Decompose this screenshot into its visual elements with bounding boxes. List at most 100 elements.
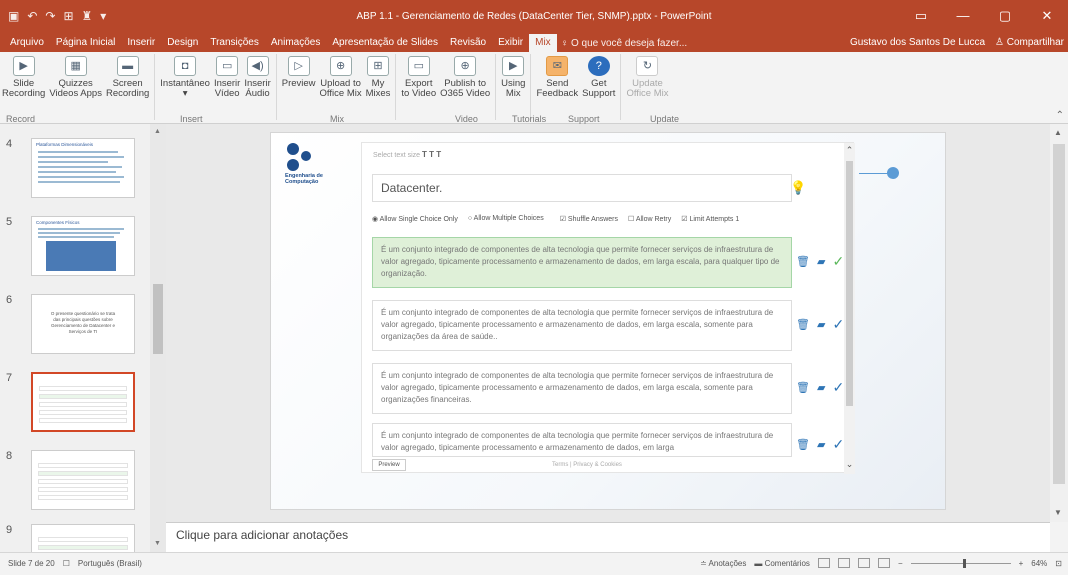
correct-answer-check-icon[interactable]: ✓	[832, 379, 844, 396]
tab-exibir[interactable]: Exibir	[492, 34, 529, 52]
notes-pane[interactable]: Clique para adicionar anotações	[166, 522, 1050, 552]
lightbulb-icon[interactable]: 💡	[790, 180, 806, 196]
zoom-out-icon[interactable]: −	[898, 559, 903, 568]
delete-answer-icon[interactable]: 🗑	[796, 381, 810, 394]
answer-option[interactable]: É um conjunto integrado de componentes d…	[372, 300, 792, 351]
ribbon-button-publish[interactable]: ⊕ Publish to O365 Video	[438, 54, 492, 112]
slide-thumbnails-pane[interactable]: 4 Plataformas Dimensionáveis 5 Component…	[0, 124, 166, 552]
correct-answer-check-icon[interactable]: ✓	[832, 436, 844, 453]
minimize-button[interactable]: —	[942, 0, 984, 34]
fit-slide-icon[interactable]: ⊡	[1055, 559, 1062, 568]
text-size-selector[interactable]: Select text size T T T	[373, 150, 441, 159]
delete-answer-icon[interactable]: 🗑	[796, 318, 810, 331]
spellcheck-icon[interactable]: ☐	[63, 559, 70, 568]
tab-transicoes[interactable]: Transições	[204, 34, 265, 52]
scroll-up-icon[interactable]: ▲	[1054, 128, 1062, 137]
tab-animacoes[interactable]: Animações	[265, 34, 326, 52]
slide-canvas[interactable]: Engenharia de Computação Select text siz…	[270, 132, 946, 510]
thumbnail-number: 5	[6, 216, 13, 228]
ribbon-button-label: Export to Video	[401, 78, 437, 99]
ribbon-button-label: Inserir Vídeo	[213, 78, 241, 99]
tab-arquivo[interactable]: Arquivo	[4, 34, 50, 52]
scroll-thumb[interactable]	[153, 284, 163, 354]
tab-revisao[interactable]: Revisão	[444, 34, 492, 52]
tell-me-search[interactable]: ♀ O que você deseja fazer...	[561, 38, 687, 49]
share-button[interactable]: ♙ Compartilhar	[995, 34, 1064, 52]
user-name[interactable]: Gustavo dos Santos De Lucca	[850, 34, 985, 52]
notes-toggle[interactable]: ≐ Anotações	[700, 559, 746, 568]
thumbnail-image: Componentes Físicos	[31, 216, 135, 276]
correct-answer-check-icon[interactable]: ✓	[832, 316, 844, 333]
reading-view-icon[interactable]	[857, 558, 870, 568]
scroll-up-icon[interactable]: ▲	[154, 128, 161, 135]
ribbon-button-export[interactable]: ▭ Export to Video	[399, 54, 438, 112]
scroll-down-icon[interactable]: ▼	[1054, 508, 1062, 517]
ribbon-button-send-feedback[interactable]: ✉ Send Feedback	[534, 54, 580, 112]
tab-apresentacao[interactable]: Apresentação de Slides	[326, 34, 444, 52]
language-indicator[interactable]: Português (Brasil)	[78, 559, 142, 568]
preview-button[interactable]: Preview	[372, 459, 406, 471]
ribbon-button-insert-audio[interactable]: ◀) Inserir Áudio	[242, 54, 272, 112]
limit-attempts-checkbox[interactable]: ☑ Limit Attempts 1	[681, 215, 739, 223]
allow-retry-checkbox[interactable]: ☐ Allow Retry	[628, 215, 671, 223]
zoom-level[interactable]: 64%	[1031, 559, 1047, 568]
quiz-app[interactable]: Select text size T T T Datacenter. 💡 ◉ A…	[361, 142, 855, 474]
delete-answer-icon[interactable]: 🗑	[796, 438, 810, 451]
maximize-button[interactable]: ▢	[984, 0, 1026, 34]
text-size-options[interactable]: T T T	[422, 150, 441, 159]
terms-link[interactable]: Terms | Privacy & Cookies	[552, 462, 622, 468]
ribbon-button-label: Upload to Office Mix	[319, 78, 362, 99]
allow-multiple-choice-radio[interactable]: ○ Allow Multiple Choices	[468, 215, 544, 223]
ribbon-collapse-icon[interactable]: ⌃	[1056, 110, 1064, 121]
correct-answer-check-icon[interactable]: ✓	[832, 253, 844, 270]
feedback-comment-icon[interactable]: ▰	[817, 318, 825, 331]
chevron-up-icon[interactable]: ⌃	[844, 145, 855, 156]
comments-toggle[interactable]: ▬ Comentários	[754, 559, 810, 568]
quiz-scrollbar[interactable]: ⌃ ⌄	[844, 143, 855, 474]
ribbon-display-options-icon[interactable]: ▭	[900, 0, 942, 34]
thumbnail-image	[31, 450, 135, 510]
answer-option[interactable]: É um conjunto integrado de componentes d…	[372, 363, 792, 414]
editor-scroll-thumb[interactable]	[1053, 144, 1065, 484]
ribbon-button-using-mix[interactable]: ▶ Using Mix	[499, 54, 527, 112]
delete-answer-icon[interactable]: 🗑	[796, 255, 810, 268]
thumbnail-image: O presente questionário se trata das pri…	[31, 294, 135, 354]
allow-single-choice-radio[interactable]: ◉ Allow Single Choice Only	[372, 215, 458, 223]
ribbon-button-my-mixes[interactable]: ⊞ My Mixes	[364, 54, 393, 112]
ribbon-button-label: Instantâneo ▾	[160, 78, 210, 99]
close-button[interactable]: ✕	[1026, 0, 1068, 34]
thumbnail-number: 8	[6, 450, 13, 462]
quiz-scroll-thumb[interactable]	[846, 161, 853, 406]
slideshow-view-icon[interactable]	[877, 558, 890, 568]
question-input[interactable]: Datacenter.	[372, 174, 792, 202]
ribbon-button-insert-video[interactable]: ▭ Inserir Vídeo	[212, 54, 242, 112]
ribbon-button-slide-recording[interactable]: ▶ Slide Recording	[0, 54, 47, 112]
editor-scrollbar[interactable]: ▲ ▼	[1050, 124, 1068, 522]
ribbon-button-screen-recording[interactable]: ▬ Screen Recording	[104, 54, 151, 112]
thumbnails-scrollbar[interactable]: ▲ ▼	[150, 124, 166, 552]
tab-inserir[interactable]: Inserir	[121, 34, 161, 52]
answer-option[interactable]: É um conjunto integrado de componentes d…	[372, 423, 792, 457]
normal-view-icon[interactable]	[817, 558, 830, 568]
answer-option[interactable]: É um conjunto integrado de componentes d…	[372, 237, 792, 288]
tab-design[interactable]: Design	[161, 34, 204, 52]
ribbon-button-upload[interactable]: ⊕ Upload to Office Mix	[318, 54, 364, 112]
chevron-down-icon[interactable]: ⌄	[844, 459, 855, 470]
ribbon-button-update[interactable]: ↻ Update Office Mix	[624, 54, 670, 112]
slide-sorter-icon[interactable]	[837, 558, 850, 568]
ribbon-button-get-support[interactable]: ? Get Support	[580, 54, 617, 112]
tab-mix[interactable]: Mix	[529, 34, 557, 52]
tab-pagina-inicial[interactable]: Página Inicial	[50, 34, 121, 52]
status-bar: Slide 7 de 20 ☐ Português (Brasil) ≐ Ano…	[0, 552, 1068, 575]
slide-editor[interactable]: Engenharia de Computação Select text siz…	[166, 124, 1050, 522]
feedback-comment-icon[interactable]: ▰	[817, 438, 825, 451]
zoom-in-icon[interactable]: +	[1019, 559, 1024, 568]
ribbon-button-preview[interactable]: ▷ Preview	[280, 54, 318, 112]
feedback-comment-icon[interactable]: ▰	[817, 255, 825, 268]
shuffle-answers-checkbox[interactable]: ☑ Shuffle Answers	[560, 215, 618, 223]
feedback-comment-icon[interactable]: ▰	[817, 381, 825, 394]
ribbon-button-screenshot[interactable]: ◘ Instantâneo ▾	[158, 54, 212, 112]
zoom-slider[interactable]	[910, 558, 1011, 568]
scroll-down-icon[interactable]: ▼	[154, 540, 161, 547]
ribbon-button-quizzes[interactable]: ▦ Quizzes Videos Apps	[47, 54, 104, 112]
